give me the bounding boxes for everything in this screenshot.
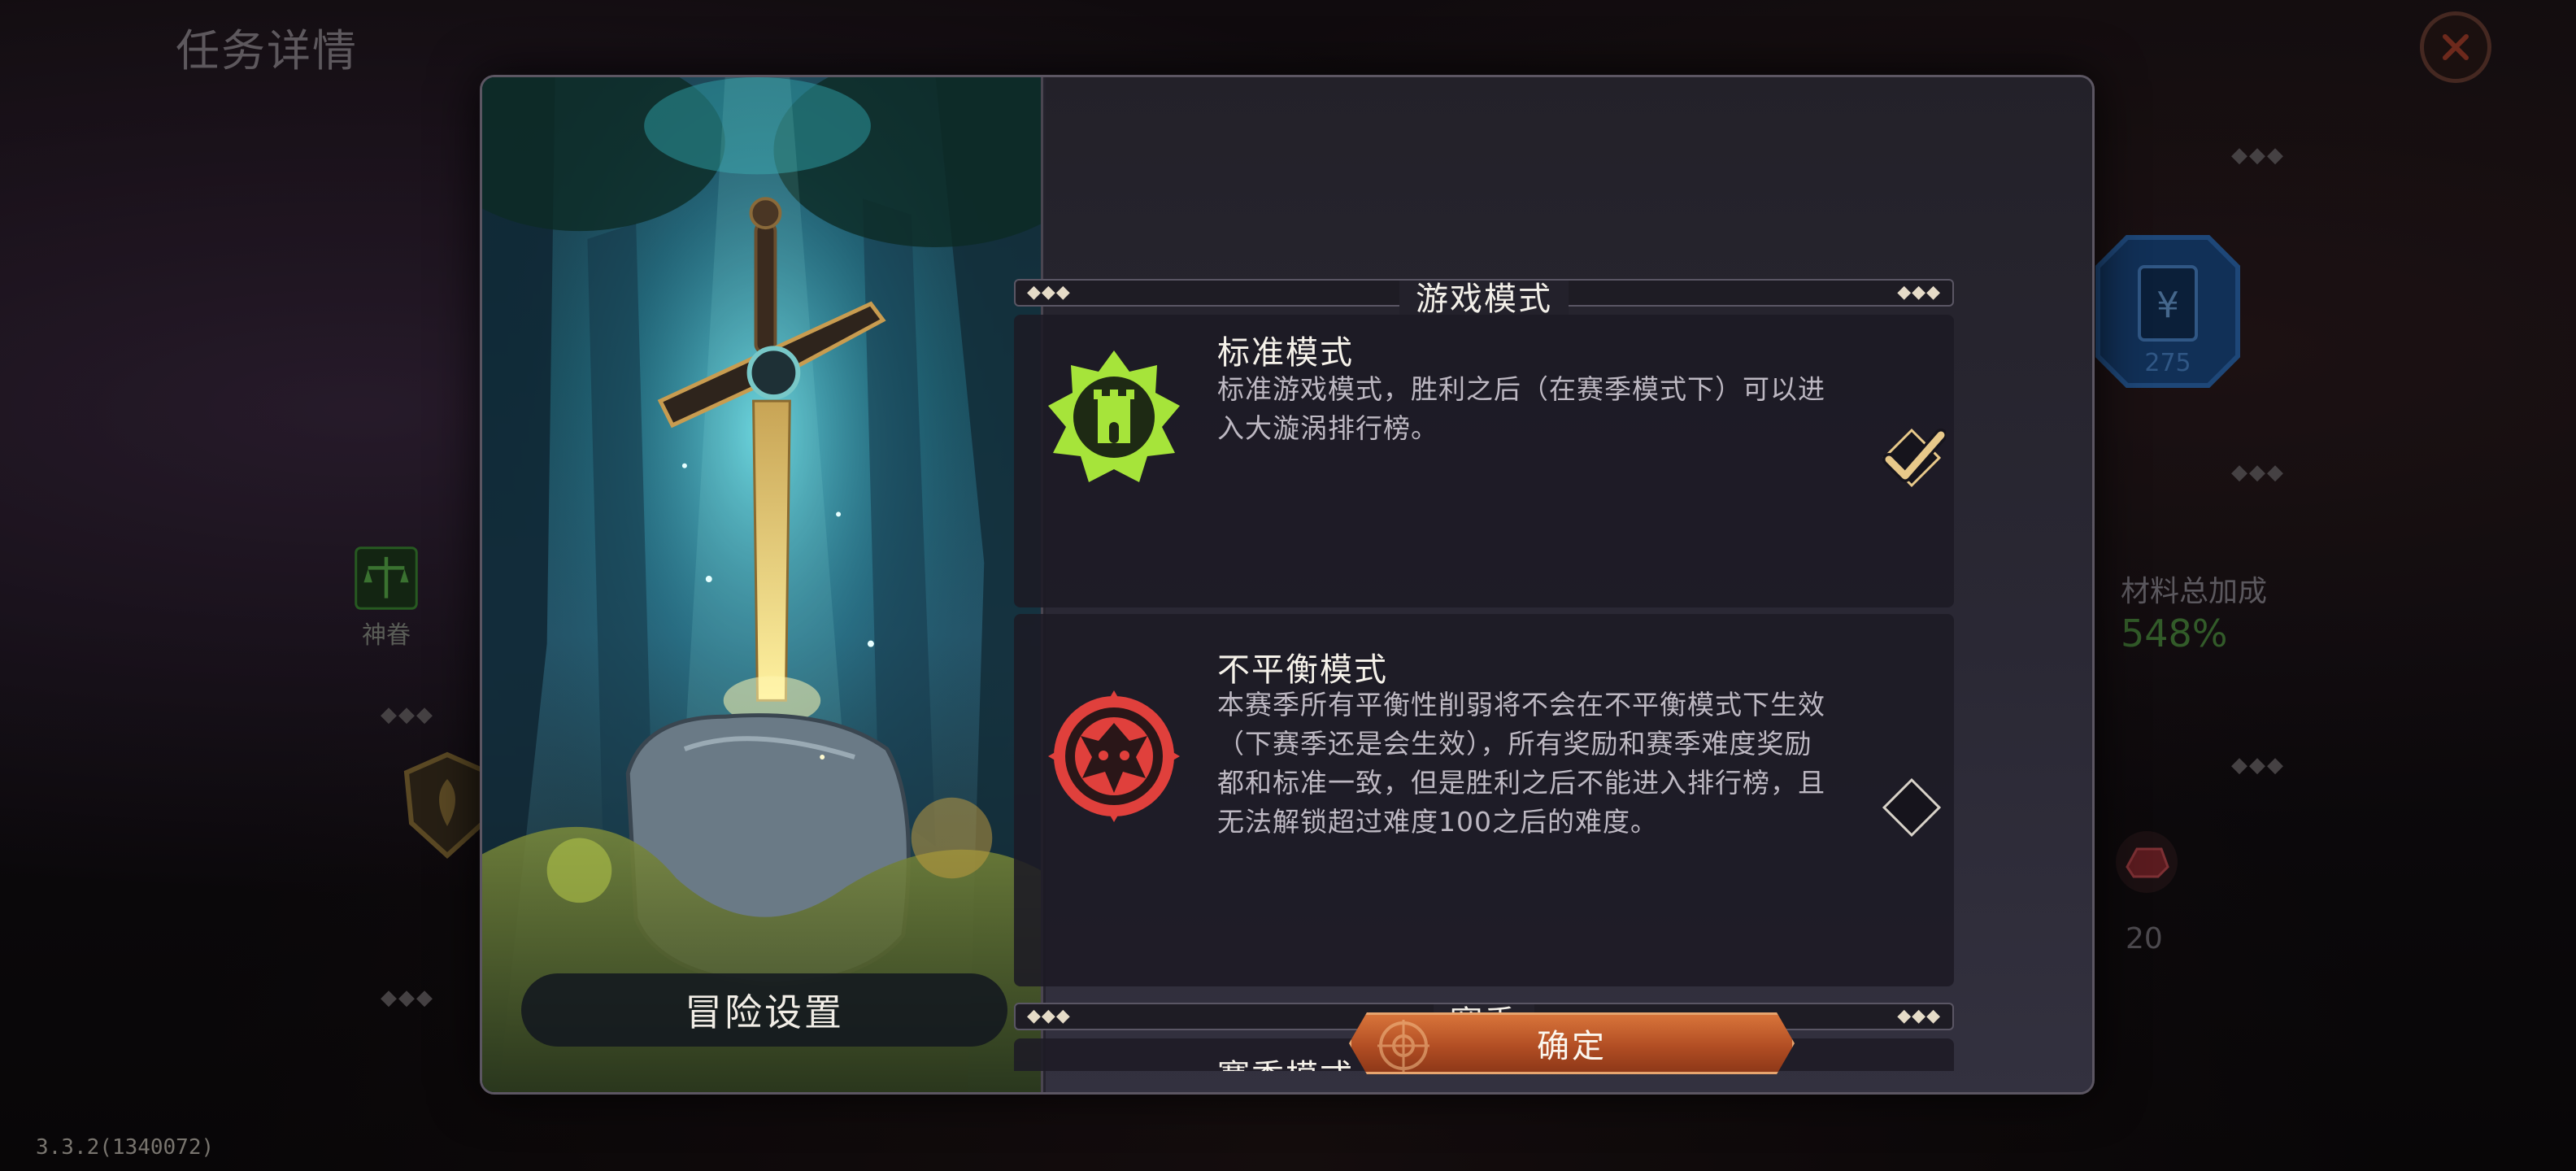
confirm-label: 确定 (1537, 1028, 1607, 1065)
mode-name: 不平衡模式 (1217, 651, 1388, 689)
mode-option-unbalanced[interactable]: 不平衡模式 本赛季所有平衡性削弱将不会在不平衡模式下生效（下赛季还是会生效），所… (1014, 614, 1954, 986)
sword-in-stone-illustration (482, 77, 1041, 1092)
mode-checkbox-checked[interactable] (1878, 424, 1946, 492)
game-mode-section-header: ◆◆◆ 游戏模式 ◆◆◆ (1014, 279, 1954, 318)
adventure-settings-dialog: 冒险设置 ◆◆◆ 游戏模式 ◆◆◆ 标准模式 标准游戏模式，胜利之后（在赛季模式… (480, 75, 2095, 1095)
mode-description: 标准游戏模式，胜利之后（在赛季模式下）可以进入大漩涡排行榜。 (1217, 373, 1825, 444)
compass-emblem-icon (1377, 1020, 1429, 1072)
checkmark-icon (1882, 428, 1946, 488)
mode-description: 本赛季所有平衡性削弱将不会在不平衡模式下生效（下赛季还是会生效），所有奖励和赛季… (1217, 689, 1825, 838)
demon-emblem-icon (1048, 690, 1180, 822)
tower-emblem-icon (1048, 350, 1180, 482)
header-dots-right: ◆◆◆ (1897, 1006, 1941, 1026)
game-mode-section-title: 游戏模式 (1399, 281, 1569, 318)
diamond-checkbox-icon (1882, 777, 1942, 838)
mode-name: 赛季模式 (1217, 1050, 1354, 1071)
mode-checkbox-unchecked[interactable] (1878, 773, 1946, 842)
confirm-button[interactable]: 确定 (1349, 1012, 1795, 1074)
artwork-panel: 冒险设置 (482, 77, 1043, 1092)
header-dots-right: ◆◆◆ (1897, 282, 1941, 303)
mode-name: 标准模式 (1217, 334, 1354, 372)
mode-option-standard[interactable]: 标准模式 标准游戏模式，胜利之后（在赛季模式下）可以进入大漩涡排行榜。 (1014, 315, 1954, 607)
art-caption: 冒险设置 (521, 973, 1007, 1047)
